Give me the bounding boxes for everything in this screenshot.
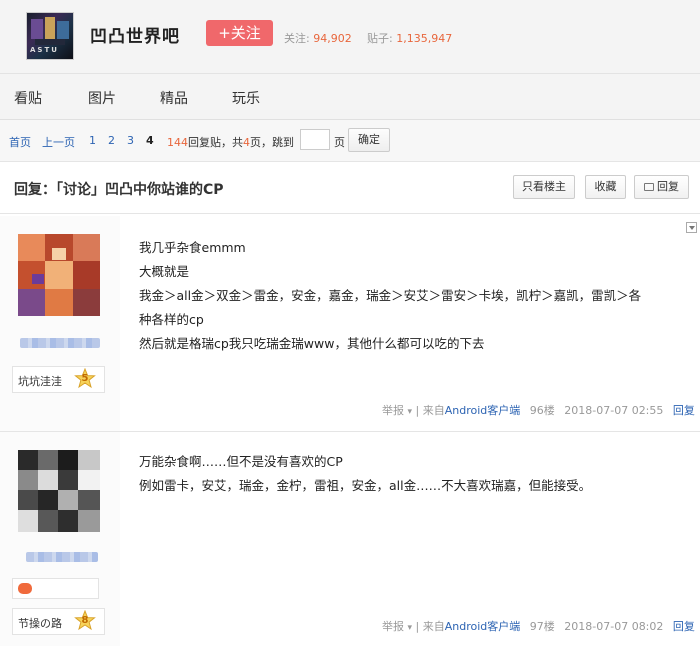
forum-avatar-icon[interactable]: ASTU <box>26 12 74 60</box>
only-op-button[interactable]: 只看楼主 <box>513 175 575 199</box>
post-line: 大概就是 <box>139 264 190 279</box>
level-title: 节操の路 <box>18 617 62 630</box>
thread-title: 回复：「讨论」凹凸中你站谁的CP <box>14 182 224 198</box>
dropdown-arrow-icon[interactable]: ▾ <box>408 407 413 417</box>
tab-featured[interactable]: 精品 <box>160 88 188 108</box>
post-footer: 举报 ▾ | 来自Android客户端 96楼 2018-07-07 02:55… <box>382 402 695 418</box>
pagination: 首页 上一页 1 2 3 4 144回复贴，共4页，跳到 页 确定 <box>0 120 700 162</box>
comment-icon <box>644 183 654 191</box>
source-prefix: | 来自 <box>415 620 445 633</box>
favorite-button[interactable]: 收藏 <box>585 175 626 199</box>
user-avatar[interactable] <box>18 450 100 532</box>
followers-label: 关注: <box>284 32 310 45</box>
reply-button-label: 回复 <box>657 180 679 193</box>
follow-button[interactable]: +关注 <box>206 20 273 46</box>
game-badge[interactable] <box>12 578 99 599</box>
current-page: 4 <box>146 134 154 147</box>
post-author-panel: 节操の路 8 <box>0 432 120 646</box>
post-content: 我几乎杂食emmm 大概就是 我金＞all金＞双金＞雷金，安金，嘉金，瑞金＞安艾… <box>139 236 684 356</box>
client-link[interactable]: Android客户端 <box>445 620 521 633</box>
page-link-2[interactable]: 2 <box>108 134 115 147</box>
report-link[interactable]: 举报 <box>382 404 404 417</box>
username[interactable] <box>26 552 98 562</box>
followers-stat: 关注: 94,902 <box>284 30 352 46</box>
tab-fun[interactable]: 玩乐 <box>232 88 260 108</box>
post-line: 我金＞all金＞双金＞雷金，安金，嘉金，瑞金＞安艾＞雷安＞卡埃，凯柠＞嘉凯，雷凯… <box>139 288 642 303</box>
tab-images[interactable]: 图片 <box>88 88 116 108</box>
level-number: 5 <box>81 373 89 384</box>
level-badge[interactable]: 节操の路 8 <box>12 608 105 635</box>
posts-count: 1,135,947 <box>396 32 453 45</box>
post-content: 万能杂食啊……但不是没有喜欢的CP 例如雷卡，安艾，瑞金，金柠，雷祖，安金，al… <box>139 450 684 498</box>
user-avatar[interactable] <box>18 234 100 316</box>
confirm-jump-button[interactable]: 确定 <box>348 128 390 152</box>
floor-number: 97楼 <box>529 620 555 633</box>
post-96: 坑坑洼洼 5 我几乎杂食emmm 大概就是 我金＞all金＞双金＞雷金，安金，嘉… <box>0 216 700 432</box>
thread-title-bar: 回复：「讨论」凹凸中你站谁的CP 只看楼主 收藏 回复 <box>0 162 700 214</box>
forum-name[interactable]: 凹凸世界吧 <box>90 22 180 47</box>
forum-nav: 看贴 图片 精品 玩乐 <box>0 74 700 120</box>
post-line: 例如雷卡，安艾，瑞金，金柠，雷祖，安金，all金……不大喜欢瑞嘉，但能接受。 <box>139 478 592 493</box>
first-page-link[interactable]: 首页 <box>9 134 31 150</box>
post-reply-link[interactable]: 回复 <box>673 620 695 633</box>
floor-number: 96楼 <box>529 404 555 417</box>
post-line: 我几乎杂食emmm <box>139 240 246 255</box>
gamepad-icon <box>18 583 32 594</box>
post-author-panel: 坑坑洼洼 5 <box>0 216 120 431</box>
page-link-3[interactable]: 3 <box>127 134 134 147</box>
post-line: 种各样的cp <box>139 312 204 327</box>
post-line: 然后就是格瑞cp我只吃瑞金瑞www，其他什么都可以吃的下去 <box>139 336 485 351</box>
page-jump-input[interactable] <box>300 129 330 150</box>
post-time: 2018-07-07 02:55 <box>564 404 664 417</box>
level-number: 8 <box>81 615 89 626</box>
report-link[interactable]: 举报 <box>382 620 404 633</box>
collapse-arrow-icon[interactable] <box>686 222 697 233</box>
username[interactable] <box>20 338 100 348</box>
forum-header: ASTU 凹凸世界吧 +关注 关注: 94,902 贴子: 1,135,947 <box>0 0 700 74</box>
pages-suffix: 页， <box>250 136 272 149</box>
followers-count: 94,902 <box>313 32 352 45</box>
reply-suffix: 回复贴，共 <box>188 136 243 149</box>
prev-page-link[interactable]: 上一页 <box>42 134 75 150</box>
post-97: 节操の路 8 万能杂食啊……但不是没有喜欢的CP 例如雷卡，安艾，瑞金，金柠，雷… <box>0 432 700 646</box>
client-link[interactable]: Android客户端 <box>445 404 521 417</box>
level-star-icon: 8 <box>74 610 96 632</box>
level-title: 坑坑洼洼 <box>18 375 62 388</box>
posts-label: 贴子: <box>367 32 393 45</box>
reply-button[interactable]: 回复 <box>634 175 689 199</box>
post-time: 2018-07-07 08:02 <box>564 620 664 633</box>
page-unit-label: 页 <box>334 136 345 149</box>
tab-view-posts[interactable]: 看贴 <box>14 88 42 108</box>
source-prefix: | 来自 <box>415 404 445 417</box>
posts-stat: 贴子: 1,135,947 <box>367 30 452 46</box>
reply-count: 144 <box>167 136 188 149</box>
level-badge[interactable]: 坑坑洼洼 5 <box>12 366 105 393</box>
reply-summary: 144回复贴，共4页，跳到 <box>167 134 294 150</box>
post-footer: 举报 ▾ | 来自Android客户端 97楼 2018-07-07 08:02… <box>382 618 695 634</box>
post-line: 万能杂食啊……但不是没有喜欢的CP <box>139 454 343 469</box>
page-link-1[interactable]: 1 <box>89 134 96 147</box>
jump-label: 跳到 <box>272 136 294 149</box>
level-star-icon: 5 <box>74 368 96 390</box>
total-pages: 4 <box>243 136 250 149</box>
dropdown-arrow-icon[interactable]: ▾ <box>408 623 413 633</box>
post-reply-link[interactable]: 回复 <box>673 404 695 417</box>
